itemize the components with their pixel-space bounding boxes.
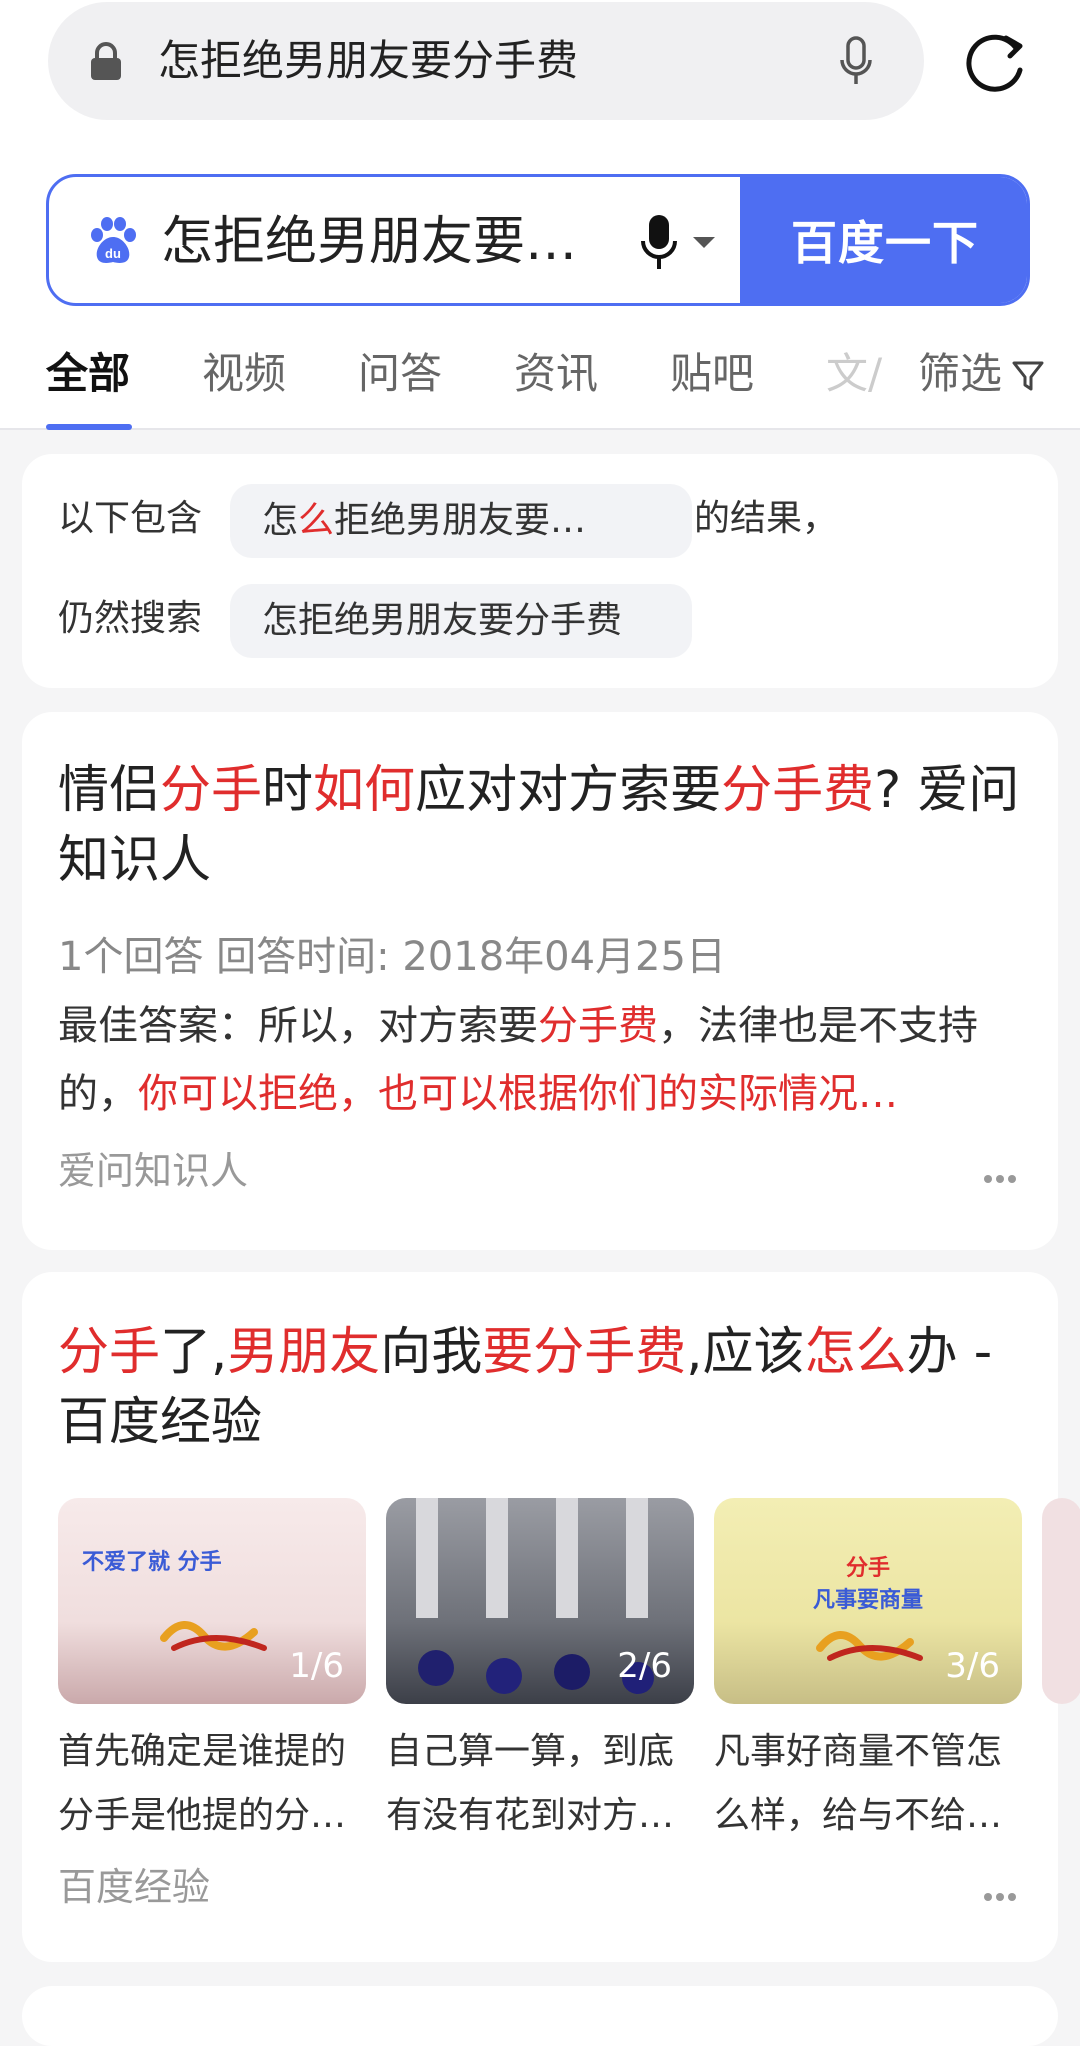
browser-address-bar[interactable]: 怎拒绝男朋友要分手费 (48, 2, 924, 120)
filter-button[interactable]: 筛选 (914, 344, 1003, 404)
query-correction-card: 以下包含 怎么拒绝男朋友要… 的结果， 仍然搜索 怎拒绝男朋友要分手费 (22, 454, 1058, 688)
corrected-query-chip[interactable]: 怎么拒绝男朋友要… (230, 484, 692, 558)
snippet-highlight: 你可以拒绝，也可以根据你们的实际情况… (138, 1071, 898, 1117)
image-index: 1/6 (289, 1646, 344, 1686)
step-caption-line: 么样，给与不给… (714, 1795, 1003, 1836)
step-thumbnail[interactable]: 分手 凡事要商量 3/6 (714, 1498, 1022, 1704)
title-highlight: 要分手费 (482, 1323, 687, 1382)
step-thumbnail[interactable]: 2/6 (386, 1498, 694, 1704)
tab-news[interactable]: 资讯 (514, 344, 598, 404)
search-box[interactable]: du 怎拒绝男朋友要… 百度一下 (46, 174, 1030, 306)
top-header: 怎拒绝男朋友要分手费 du 怎拒绝男朋友要… 百度一下 全部 视频 问答 资讯 … (0, 0, 1080, 430)
tab-qa[interactable]: 问答 (358, 344, 442, 404)
correction-suffix: 的结果， (694, 498, 839, 539)
best-answer-snippet: 最佳答案：所以，对方索要分手费，法律也是不支持的，你可以拒绝，也可以根据你们的实… (58, 992, 1018, 1128)
voice-search-icon[interactable] (639, 213, 679, 271)
tab-tieba[interactable]: 贴吧 (670, 344, 754, 404)
next-result-card[interactable] (22, 1986, 1058, 2046)
corrected-query-part: 拒绝男朋友要… (334, 500, 587, 541)
lock-icon (91, 42, 121, 80)
still-search-label: 仍然搜索 (58, 598, 203, 639)
title-highlight: 分手 (58, 1323, 161, 1382)
title-highlight: 分手 (160, 761, 263, 820)
thumb-caption-art: 凡事要商量 (812, 1588, 923, 1613)
tab-all[interactable]: 全部 (46, 344, 130, 404)
baidu-paw-icon: du (91, 217, 136, 263)
filter-icon[interactable] (1010, 358, 1046, 394)
result-source[interactable]: 爱问知识人 (58, 1142, 248, 1200)
snippet-highlight: 分手费 (538, 1003, 658, 1049)
refresh-icon[interactable] (962, 30, 1028, 96)
result-title[interactable]: 情侣分手时如何应对对方索要分手费? 爱问知识人 (58, 756, 1028, 896)
corrected-query-part: 怎 (262, 500, 299, 541)
image-index: 2/6 (617, 1646, 672, 1686)
step-caption[interactable]: 凡事好商量不管怎 么样，给与不给… (714, 1720, 1022, 1848)
original-query-chip[interactable]: 怎拒绝男朋友要分手费 (230, 584, 692, 658)
result-card[interactable]: 情侣分手时如何应对对方索要分手费? 爱问知识人 1个回答 回答时间: 2018年… (22, 712, 1058, 1250)
tab-video[interactable]: 视频 (202, 344, 286, 404)
paw-badge-text: du (105, 246, 121, 261)
answer-meta: 1个回答 回答时间: 2018年04月25日 (58, 934, 726, 980)
more-options-icon[interactable] (984, 1168, 1024, 1183)
search-button[interactable]: 百度一下 (740, 177, 1027, 303)
title-text: ,应该 (686, 1323, 805, 1382)
step-thumbnail[interactable]: 不爱了就 分手 1/6 (58, 1498, 366, 1704)
result-card[interactable]: 分手了,男朋友向我要分手费,应该怎么办 - 百度经验 不爱了就 分手 1/6 2… (22, 1272, 1080, 1962)
step-caption-line: 分手是他提的分… (58, 1795, 347, 1836)
title-highlight: 怎么 (804, 1323, 907, 1382)
result-source[interactable]: 百度经验 (58, 1858, 210, 1916)
tab-bar: 全部 视频 问答 资讯 贴吧 文/ 筛选 (0, 330, 1080, 430)
title-text: 应对对方索要 (415, 761, 722, 820)
title-highlight: 分手费 (721, 761, 875, 820)
logo-art-icon (816, 1631, 923, 1661)
snippet-text: 最佳答案：所以，对方索要 (58, 1003, 538, 1049)
step-caption-line: 凡事好商量不管怎 (714, 1731, 1003, 1772)
image-index: 3/6 (945, 1646, 1000, 1686)
chevron-down-icon[interactable] (693, 237, 715, 248)
address-text: 怎拒绝男朋友要分手费 (158, 36, 579, 85)
step-caption-line: 有没有花到对方… (386, 1795, 675, 1836)
step-thumbnail-partial[interactable] (1042, 1498, 1080, 1704)
correction-prefix: 以下包含 (58, 498, 203, 539)
step-caption-line: 自己算一算，到底 (386, 1731, 675, 1772)
active-tab-indicator (46, 424, 132, 430)
tab-wenku[interactable]: 文/ (826, 344, 882, 404)
thumb-caption-art: 不爱了就 分手 (82, 1550, 222, 1575)
result-title[interactable]: 分手了,男朋友向我要分手费,应该怎么办 - 百度经验 (58, 1318, 1038, 1458)
title-text: 了, (160, 1323, 228, 1382)
title-highlight: 如何 (313, 761, 416, 820)
step-caption[interactable]: 自己算一算，到底 有没有花到对方… (386, 1720, 694, 1848)
more-options-icon[interactable] (984, 1886, 1024, 1901)
title-text: 情侣 (58, 761, 161, 820)
title-highlight: 男朋友 (227, 1323, 381, 1382)
step-caption-line: 首先确定是谁提的 (58, 1731, 347, 1772)
logo-art-icon (160, 1621, 267, 1651)
step-caption[interactable]: 首先确定是谁提的 分手是他提的分… (58, 1720, 366, 1848)
title-text: 时 (262, 761, 314, 820)
search-input[interactable]: 怎拒绝男朋友要… (161, 207, 577, 277)
corrected-query-highlight: 么 (298, 500, 335, 541)
voice-input-icon[interactable] (838, 36, 874, 88)
title-text: 向我 (380, 1323, 483, 1382)
thumb-caption-art: 分手 (845, 1556, 890, 1581)
